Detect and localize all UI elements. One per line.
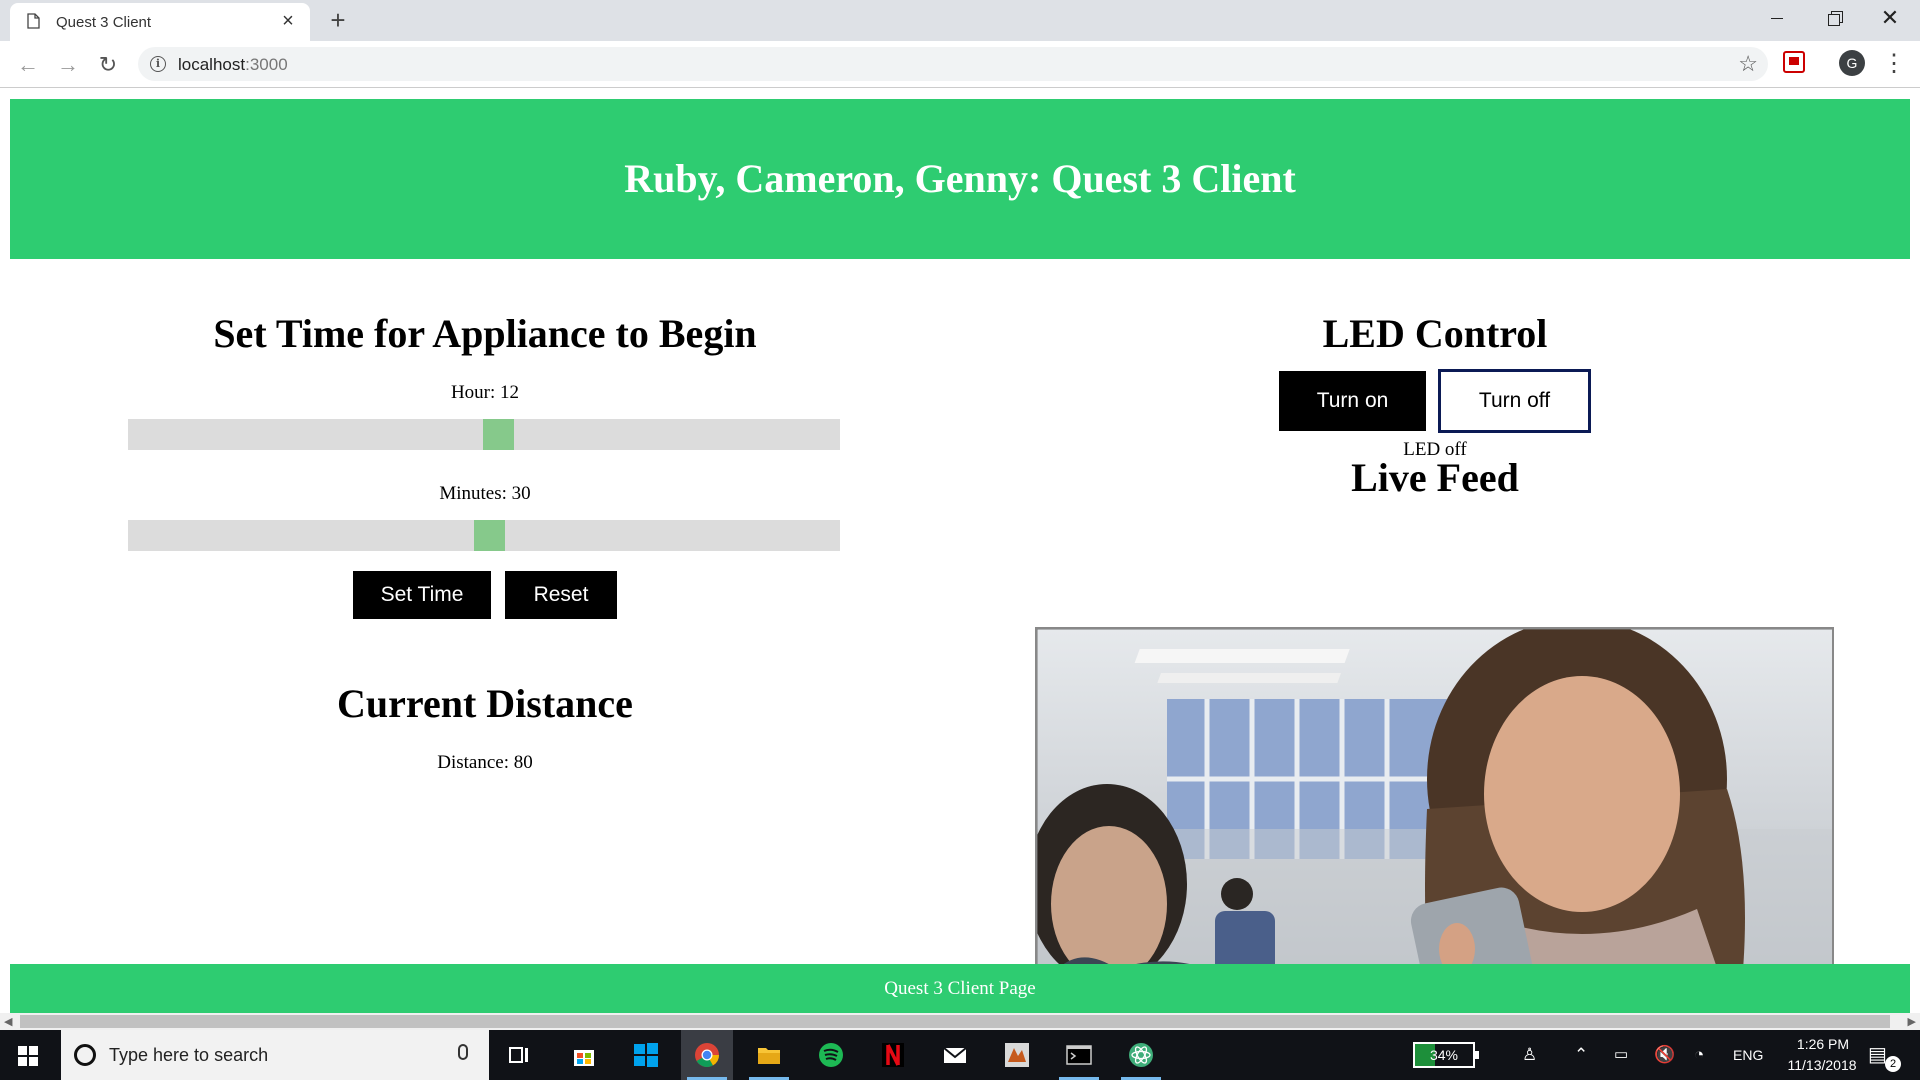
distance-value: Distance: 80 [437, 752, 533, 773]
scroll-left-icon[interactable]: ◀ [4, 1015, 12, 1028]
windows-taskbar: Type here to search 34% ♙ ⌃ ▭ 🔇 ◔ ENG 1:… [0, 1030, 1920, 1080]
restore-button[interactable] [1806, 0, 1862, 36]
bookmark-star-icon[interactable]: ☆ [1738, 51, 1758, 77]
windows-start-icon[interactable] [18, 1046, 38, 1066]
chrome-glyph [695, 1043, 719, 1068]
browser-menu-icon[interactable]: ⋮ [1882, 49, 1906, 79]
extension-icon[interactable] [1783, 51, 1805, 73]
page-title: Ruby, Cameron, Genny: Quest 3 Client [624, 156, 1296, 201]
hour-slider-thumb[interactable] [483, 419, 514, 450]
browser-tab[interactable]: Quest 3 Client × [10, 3, 310, 41]
matlab-icon[interactable] [991, 1030, 1043, 1080]
close-window-button[interactable]: ✕ [1862, 0, 1918, 36]
people-icon[interactable]: ♙ [1522, 1045, 1537, 1065]
battery-tray-icon[interactable]: ▭ [1614, 1045, 1628, 1063]
minutes-slider-thumb[interactable] [474, 520, 505, 551]
url-host: localhost [178, 55, 246, 74]
url-port: :3000 [245, 55, 288, 74]
header-banner: Ruby, Cameron, Genny: Quest 3 Client [10, 99, 1910, 259]
address-bar[interactable]: i localhost:3000 ☆ [138, 47, 1768, 81]
profile-avatar[interactable]: G [1839, 50, 1865, 76]
horizontal-scrollbar[interactable]: ◀ ▶ [0, 1013, 1920, 1030]
turn-off-button[interactable]: Turn off [1438, 369, 1591, 433]
mail-icon[interactable] [929, 1030, 981, 1080]
windows-app-icon[interactable] [620, 1030, 672, 1080]
search-placeholder: Type here to search [109, 1045, 269, 1065]
store-glyph [574, 1050, 594, 1066]
url-text: localhost:3000 [178, 55, 288, 75]
live-feed-video[interactable] [1035, 627, 1834, 1013]
scrollbar-thumb[interactable] [20, 1015, 1890, 1028]
task-view-glyph [509, 1047, 528, 1063]
forward-arrow-icon[interactable]: → [52, 49, 84, 81]
volume-muted-icon[interactable]: 🔇 [1654, 1045, 1675, 1065]
windows-glyph [634, 1043, 658, 1067]
terminal-icon[interactable] [1053, 1030, 1105, 1080]
reset-button[interactable]: Reset [505, 571, 617, 619]
cortana-icon [74, 1044, 96, 1066]
footer-text: Quest 3 Client Page [884, 978, 1036, 999]
folder-glyph [758, 1048, 780, 1064]
tab-title: Quest 3 Client [56, 14, 152, 31]
webcam-frame [1037, 629, 1832, 1013]
netflix-icon[interactable] [867, 1030, 919, 1080]
matlab-glyph [1005, 1043, 1029, 1067]
spotify-icon[interactable] [805, 1030, 857, 1080]
browser-toolbar: ← → ↻ i localhost:3000 ☆ G ⋮ [0, 41, 1920, 88]
mail-glyph [943, 1047, 967, 1063]
set-time-button[interactable]: Set Time [353, 571, 491, 619]
hour-slider[interactable] [128, 419, 840, 450]
turn-on-button[interactable]: Turn on [1279, 371, 1426, 431]
back-arrow-icon[interactable]: ← [12, 49, 44, 81]
set-time-heading: Set Time for Appliance to Begin [213, 311, 757, 356]
browser-tab-strip: Quest 3 Client × + ✕ [0, 0, 1920, 41]
site-info-icon[interactable]: i [150, 56, 166, 72]
minutes-label: Minutes: 30 [439, 483, 531, 504]
live-feed-heading: Live Feed [1351, 455, 1519, 500]
atom-icon[interactable] [1115, 1030, 1167, 1080]
footer-banner: Quest 3 Client Page [10, 964, 1910, 1013]
page-icon [27, 13, 40, 29]
clock-time[interactable]: 1:26 PM [1788, 1036, 1858, 1052]
page-viewport: Ruby, Cameron, Genny: Quest 3 Client Set… [0, 89, 1920, 1013]
terminal-glyph [1066, 1045, 1092, 1065]
file-explorer-icon[interactable] [743, 1030, 795, 1080]
wifi-icon[interactable]: ◔ [1694, 1045, 1704, 1065]
reload-icon[interactable]: ↻ [92, 49, 124, 81]
language-indicator[interactable]: ENG [1733, 1047, 1763, 1063]
notification-count: 2 [1885, 1056, 1901, 1072]
battery-percent: 34% [1429, 1047, 1459, 1063]
clock-date[interactable]: 11/13/2018 [1772, 1057, 1872, 1073]
new-tab-button[interactable]: + [324, 6, 352, 34]
battery-indicator[interactable]: 34% [1413, 1042, 1479, 1068]
task-view-icon[interactable] [493, 1030, 545, 1080]
netflix-glyph [882, 1043, 904, 1067]
tab-close-icon[interactable]: × [276, 9, 300, 33]
minutes-slider[interactable] [128, 520, 840, 551]
chevron-up-icon[interactable]: ⌃ [1574, 1045, 1588, 1065]
chrome-icon[interactable] [681, 1030, 733, 1080]
microphone-icon[interactable] [458, 1044, 468, 1060]
hour-label: Hour: 12 [450, 382, 520, 403]
minimize-button[interactable] [1749, 0, 1805, 36]
store-icon[interactable] [558, 1030, 610, 1080]
atom-glyph [1129, 1043, 1153, 1067]
led-heading: LED Control [1322, 311, 1548, 356]
taskbar-search[interactable]: Type here to search [61, 1030, 489, 1080]
scroll-right-icon[interactable]: ▶ [1908, 1015, 1916, 1028]
distance-heading: Current Distance [337, 681, 633, 726]
spotify-glyph [819, 1043, 843, 1067]
